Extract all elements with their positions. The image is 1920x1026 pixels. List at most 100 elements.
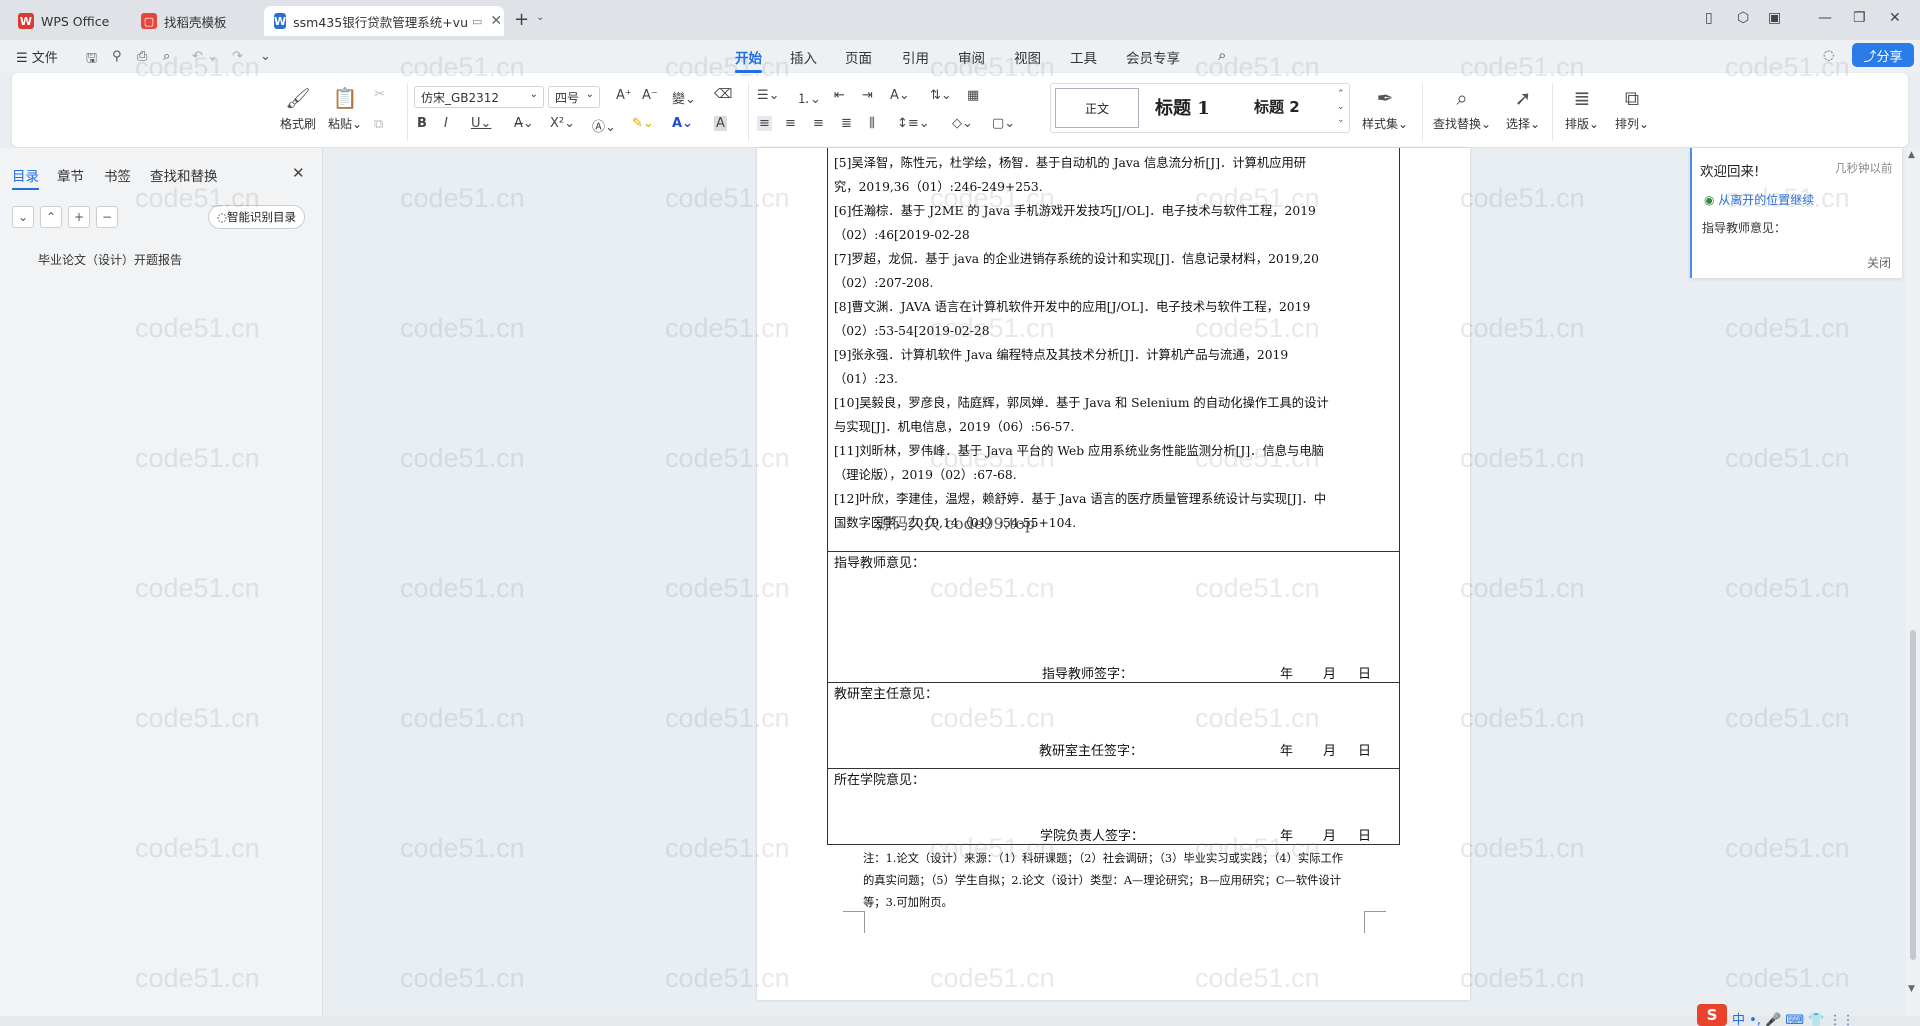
select-button[interactable]: ➚ 选择⌄ [1500,87,1546,132]
phonetic-icon[interactable]: 變⌄ [672,88,696,107]
table-show-icon[interactable]: ▦ [967,88,979,103]
italic-icon[interactable]: I [444,116,448,131]
copy-icon[interactable]: ⧉ [374,117,383,132]
ime-logo-icon[interactable]: S [1697,1004,1727,1026]
highlight-icon[interactable]: ✎⌄ [632,116,654,131]
reference-line: 与实现[J]．机电信息，2019（06）:56-57. [834,420,1075,434]
minimize-icon[interactable]: — [1818,10,1832,26]
strikethrough-icon[interactable]: A̶⌄ [514,116,534,131]
format-painter-button[interactable]: 🖌 格式刷 [275,87,321,132]
resume-link[interactable]: ◉ 从离开的位置继续 [1704,191,1814,208]
find-replace-button[interactable]: ⌕ 查找替换⌄ [1427,87,1497,132]
tab-bookmarks[interactable]: 书签 [104,165,131,185]
save-icon[interactable]: 🖫 [86,49,97,71]
line-spacing-icon[interactable]: ↕≡⌄ [897,116,930,131]
superscript-icon[interactable]: X²⌄ [550,116,575,131]
tab-review[interactable]: 审阅 [958,47,985,67]
shrink-font-icon[interactable]: A⁻ [642,88,658,103]
paste-button[interactable]: 📋 粘贴⌄ [322,87,368,132]
decrease-indent-icon[interactable]: ⇤ [834,88,845,103]
footnote-line: 的真实问题；（5）学生自拟；2.论文（设计）类型：A—理论研究；B—应用研究；C… [863,874,1342,887]
cut-icon[interactable]: ✂ [374,87,385,102]
bullet-list-icon[interactable]: ☰⌄ [757,88,780,103]
font-color-icon[interactable]: A⌄ [672,116,693,131]
underline-icon[interactable]: U⌄ [471,116,491,131]
tab-page[interactable]: 页面 [845,47,872,67]
new-tab-icon[interactable]: + [514,9,529,30]
tab-tools[interactable]: 工具 [1070,47,1097,67]
add-heading-icon[interactable]: + [68,206,90,228]
border-icon[interactable]: ▢⌄ [992,116,1015,131]
font-size-select[interactable]: 四号 ⌄ [548,86,600,108]
undo-icon[interactable]: ↶ ⌄ [192,49,218,64]
close-panel-icon[interactable]: ✕ [292,164,305,182]
print-icon[interactable]: ⎙ [137,49,147,64]
align-left-icon[interactable]: ≡ [757,116,772,131]
close-link[interactable]: 关闭 [1867,254,1891,271]
toc-item[interactable]: 毕业论文（设计）开题报告 [38,251,182,268]
tab-find-replace[interactable]: 查找和替换 [150,165,218,185]
style-normal[interactable]: 正文 [1055,88,1139,128]
file-menu[interactable]: ☰ 文件 [16,47,58,66]
expand-icon[interactable]: ⌃ [40,206,62,228]
close-tab-icon[interactable]: ✕ [490,13,502,29]
ime-toolbar-icons[interactable]: 中 •, 🎤 ⌨ 👕 ⋮⋮ [1732,1009,1855,1026]
tab-list-chevron-icon[interactable]: ⌄ [536,12,544,23]
layout-button[interactable]: ≣ 排版⌄ [1559,87,1605,132]
shading-icon[interactable]: ◇⌄ [952,116,973,131]
avatar-icon[interactable]: ▣ [1768,10,1781,26]
remove-heading-icon[interactable]: − [96,206,118,228]
comment-icon[interactable]: ◌ [1823,48,1834,63]
arrange-button[interactable]: ⧉ 排列⌄ [1609,87,1655,132]
format-icon[interactable]: ⚲ [112,49,122,64]
bold-icon[interactable]: B [417,116,427,131]
scroll-down-icon[interactable]: ▼ [1908,984,1915,994]
table-border [1399,148,1400,845]
redo-icon[interactable]: ↷ [232,49,243,64]
chinese-layout-icon[interactable]: A⌄ [890,88,910,103]
layout-icon: ≣ [1573,86,1591,110]
style-set-button[interactable]: ✒ 样式集⌄ [1355,87,1415,132]
justify-icon[interactable]: ≣ [841,116,852,131]
print-preview-icon[interactable]: ⌕ [163,49,170,64]
scrollbar-thumb[interactable] [1910,630,1916,960]
date-year: 年 [1280,829,1294,844]
smart-toc-button[interactable]: ◌ 智能识别目录 [208,205,306,229]
tab-view[interactable]: 视图 [1014,47,1041,67]
tab-toc[interactable]: 目录 [12,165,39,190]
restore-icon[interactable]: ❐ [1853,10,1866,26]
divider [407,83,408,141]
cube-icon[interactable]: ⬡ [1737,10,1749,26]
sidebar-toggle-icon[interactable]: ▯ [1705,10,1713,26]
tab-member[interactable]: 会员专享 [1126,47,1180,67]
reference-line: [9]张永强．计算机软件 Java 编程特点及其技术分析[J]．计算机产品与流通… [834,348,1289,362]
tab-wps-office[interactable]: W WPS Office [8,6,123,36]
tab-daoke-templates[interactable]: ▢ 找稻壳模板 [131,6,256,36]
scroll-up-icon[interactable]: ▲ [1908,150,1915,160]
char-shading-icon[interactable]: A [714,116,727,131]
tab-chapters[interactable]: 章节 [57,165,84,185]
style-heading-2[interactable]: 标题 2 [1254,96,1300,117]
distribute-icon[interactable]: ⫼ [869,116,875,131]
align-center-icon[interactable]: ≡ [785,116,796,131]
tab-document[interactable]: Wssm435银行贷款管理系统+vu ▭ ✕ [264,6,504,36]
increase-indent-icon[interactable]: ⇥ [862,88,873,103]
grow-font-icon[interactable]: A⁺ [616,88,632,103]
align-right-icon[interactable]: ≡ [813,116,824,131]
text-effect-icon[interactable]: Ⓐ⌄ [592,116,616,135]
search-icon[interactable]: ⌕ [1218,46,1226,64]
numbered-list-icon[interactable]: ⒈⌄ [797,88,821,107]
style-scroll-icon[interactable]: ⌃ ⌄ ⌄ [1337,88,1345,127]
collapse-icon[interactable]: ⌄ [12,206,34,228]
daoke-icon: ▢ [141,13,157,29]
share-button[interactable]: ⤴ 分享 [1852,43,1914,67]
tab-home[interactable]: 开始 [735,47,762,73]
tab-insert[interactable]: 插入 [790,47,817,67]
close-window-icon[interactable]: ✕ [1889,10,1901,26]
font-name-select[interactable]: 仿宋_GB2312 ⌄ [414,86,544,108]
tab-references[interactable]: 引用 [902,47,929,67]
more-chevron-icon[interactable]: ⌄ [260,49,271,64]
clear-format-icon[interactable]: ⌫ [714,87,732,102]
sort-icon[interactable]: ⇅⌄ [930,88,952,103]
style-heading-1[interactable]: 标题 1 [1155,94,1210,120]
